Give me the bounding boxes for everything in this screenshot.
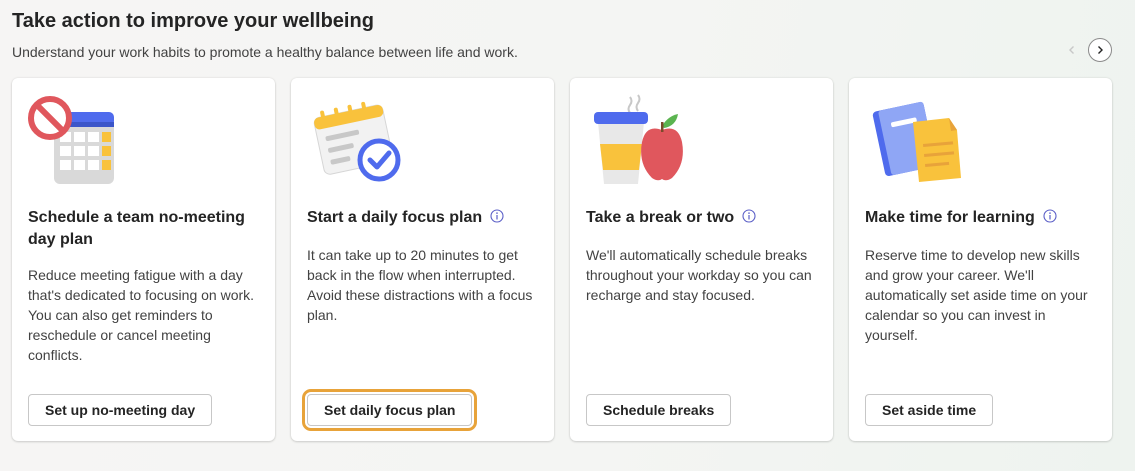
coffee-apple-icon xyxy=(594,94,683,184)
schedule-breaks-button[interactable]: Schedule breaks xyxy=(586,394,732,426)
no-meeting-calendar-icon xyxy=(28,96,114,184)
card-daily-focus-plan: Start a daily focus plan It can take up … xyxy=(291,78,554,441)
section-subtitle: Understand your work habits to promote a… xyxy=(12,44,518,60)
focus-plan-calendar-icon xyxy=(313,101,401,182)
info-icon[interactable] xyxy=(742,209,756,223)
card-description: We'll automatically schedule breaks thro… xyxy=(586,247,812,303)
card-title: Start a daily focus plan xyxy=(307,207,537,229)
card-title: Make time for learning xyxy=(865,207,1095,229)
card-make-time-for-learning: Make time for learning Reserve time to d… xyxy=(849,78,1112,441)
set-aside-time-button[interactable]: Set aside time xyxy=(865,394,994,426)
chevron-right-icon xyxy=(1098,46,1103,54)
info-icon[interactable] xyxy=(1043,209,1057,223)
card-take-a-break: Take a break or two We'll automatically … xyxy=(570,78,833,441)
info-icon[interactable] xyxy=(490,209,504,223)
card-title: Take a break or two xyxy=(586,207,816,229)
card-no-meeting-day: Schedule a team no-meeting day plan Redu… xyxy=(12,78,275,441)
section-title: Take action to improve your wellbeing xyxy=(12,10,374,32)
carousel-next-button[interactable] xyxy=(1088,38,1112,62)
card-description: Reduce meeting fatigue with a day that's… xyxy=(28,267,255,363)
notebook-icon xyxy=(872,101,961,182)
card-description: It can take up to 20 minutes to get back… xyxy=(307,247,533,323)
carousel-prev-button[interactable] xyxy=(1060,38,1084,62)
card-description: Reserve time to develop new skills and g… xyxy=(865,247,1088,343)
set-daily-focus-plan-button[interactable]: Set daily focus plan xyxy=(301,389,478,431)
set-up-no-meeting-day-button[interactable]: Set up no-meeting day xyxy=(28,394,213,426)
chevron-left-icon xyxy=(1069,46,1074,54)
card-title: Schedule a team no-meeting day plan xyxy=(28,209,245,248)
